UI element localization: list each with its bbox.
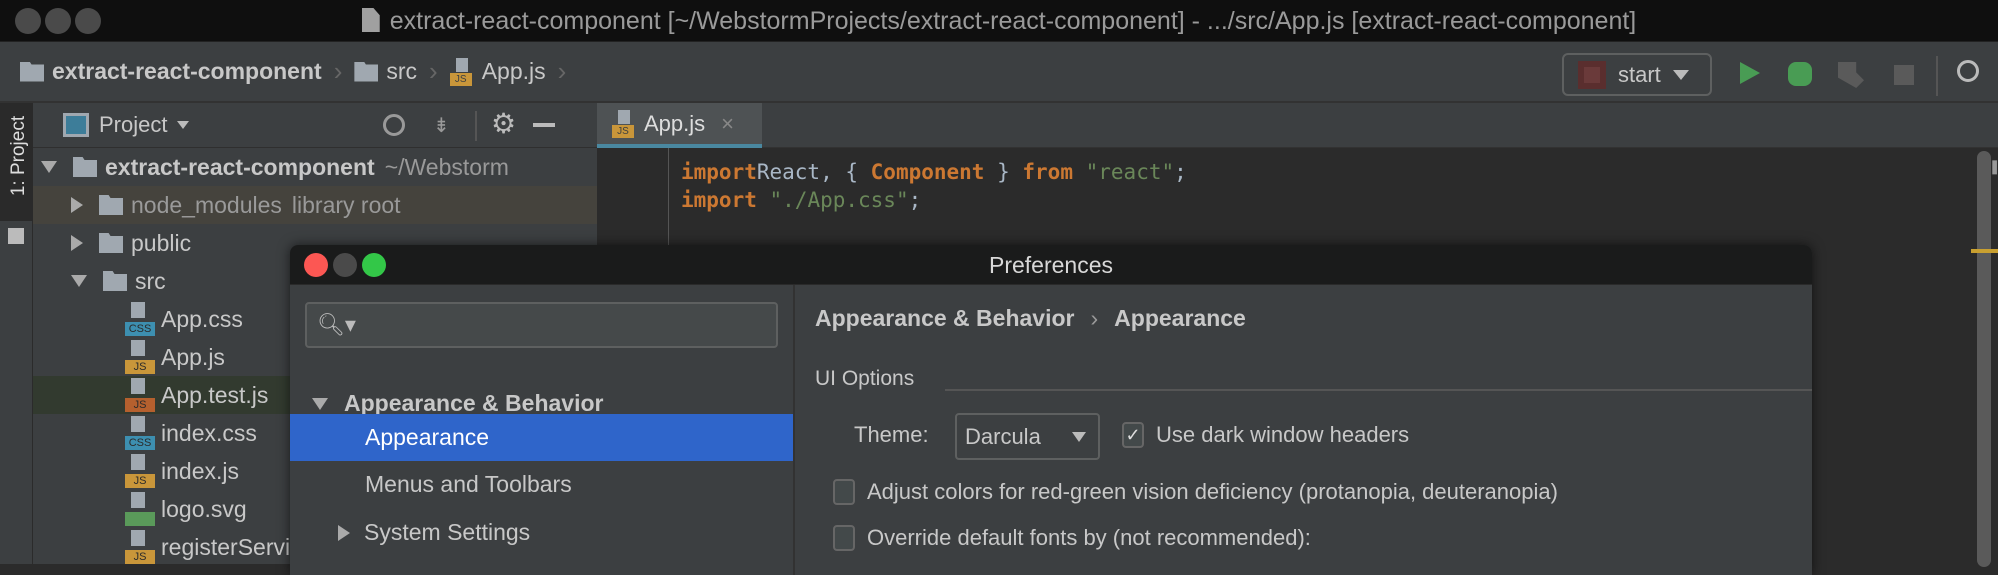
js-file-icon: JS xyxy=(125,454,155,488)
expand-icon xyxy=(338,524,350,541)
code-line[interactable]: import "./App.css"; xyxy=(681,188,921,212)
run-configuration-select[interactable]: start xyxy=(1562,53,1712,96)
window-title: extract-react-component [~/WebstormProje… xyxy=(0,7,1998,36)
folder-icon xyxy=(99,233,123,253)
theme-label: Theme: xyxy=(854,422,929,447)
settings-search-input[interactable]: 🔍︎▾ xyxy=(305,302,778,348)
tree-item[interactable]: extract-react-component ~/Webstorm xyxy=(33,148,597,186)
editor-tab-bar: JS App.js × xyxy=(597,103,1998,148)
collapse-all-icon[interactable]: ⇟ xyxy=(433,113,450,138)
editor-scrollbar[interactable] xyxy=(1977,151,1991,567)
gear-icon[interactable]: ⚙ xyxy=(491,107,516,140)
checkbox[interactable] xyxy=(833,525,855,551)
run-icon[interactable] xyxy=(1740,62,1760,84)
chevron-down-icon[interactable] xyxy=(177,121,190,129)
svg-file-icon xyxy=(125,492,155,526)
preferences-content: Appearance & Behavior › Appearance UI Opti… xyxy=(797,285,1812,575)
search-icon[interactable] xyxy=(1957,60,1979,82)
breadcrumb-file[interactable]: App.js xyxy=(482,58,546,85)
folder-icon xyxy=(99,195,123,215)
error-stripe-marker[interactable] xyxy=(1971,249,1998,253)
chevron-down-icon xyxy=(1672,69,1689,80)
debug-icon[interactable] xyxy=(1788,62,1812,86)
nav-appearance[interactable]: Appearance xyxy=(290,414,793,461)
section-title: UI Options xyxy=(815,367,915,390)
window-title-bar: extract-react-component [~/WebstormProje… xyxy=(0,0,1998,42)
breadcrumb: extract-react-component › src › JS App.js › xyxy=(20,56,570,87)
chevron-down-icon xyxy=(1072,431,1086,442)
project-view-icon xyxy=(63,113,89,137)
header-divider xyxy=(475,111,477,141)
expand-icon[interactable] xyxy=(71,235,83,251)
project-stripe-label[interactable]: 1: Project xyxy=(8,101,30,211)
expand-icon xyxy=(312,397,328,410)
hide-icon[interactable] xyxy=(533,123,555,127)
search-icon: 🔍︎▾ xyxy=(317,312,356,337)
navigation-bar: extract-react-component › src › JS App.js ›… xyxy=(0,42,1998,103)
project-panel-header: Project ⇟ ⚙ xyxy=(33,103,597,148)
folder-icon xyxy=(73,157,97,177)
override-fonts-checkbox[interactable]: Override default fonts by (not recommend… xyxy=(833,525,1311,551)
toolbar-divider xyxy=(1936,56,1938,96)
dark-headers-checkbox[interactable]: ✓ Use dark window headers xyxy=(1122,422,1409,448)
checkbox-checked[interactable]: ✓ xyxy=(1122,422,1144,448)
dialog-title-bar: Preferences xyxy=(290,245,1812,285)
js-file-icon: JS xyxy=(612,109,636,138)
preferences-dialog: Preferences 🔍︎▾ Appearance & Behavior Ap… xyxy=(290,245,1812,575)
preferences-nav: 🔍︎▾ Appearance & Behavior Appearance Men… xyxy=(290,285,795,575)
theme-select[interactable]: Darcula xyxy=(955,413,1100,460)
css-file-icon: CSS xyxy=(125,416,155,450)
folder-icon xyxy=(103,271,127,291)
breadcrumb-project[interactable]: extract-react-component xyxy=(52,58,322,85)
nav-menus-toolbars[interactable]: Menus and Toolbars xyxy=(290,461,793,508)
tree-item[interactable]: node_modules library root xyxy=(33,186,597,224)
settings-breadcrumb: Appearance & Behavior › Appearance xyxy=(815,305,1246,331)
collapse-icon[interactable] xyxy=(41,161,57,173)
collapse-icon[interactable] xyxy=(71,275,87,287)
test-file-icon: JS xyxy=(125,378,155,412)
tab-app-js[interactable]: JS App.js × xyxy=(597,103,762,148)
locate-icon[interactable] xyxy=(383,114,405,136)
section-divider xyxy=(945,389,1812,391)
project-view-select[interactable]: Project xyxy=(99,112,167,138)
nav-system-settings[interactable]: System Settings xyxy=(290,509,793,556)
adjust-colors-checkbox[interactable]: Adjust colors for red-green vision defic… xyxy=(833,479,1558,505)
coverage-icon[interactable] xyxy=(1838,62,1864,88)
stop-icon[interactable] xyxy=(1894,65,1914,85)
js-file-icon: JS xyxy=(125,530,155,564)
folder-icon xyxy=(20,61,44,82)
close-tab-icon[interactable]: × xyxy=(721,111,734,137)
document-icon xyxy=(361,8,380,32)
expand-icon[interactable] xyxy=(71,197,83,213)
js-file-icon: JS xyxy=(449,57,474,86)
breadcrumb-src[interactable]: src xyxy=(386,58,417,85)
js-file-icon: JS xyxy=(125,340,155,374)
folder-icon xyxy=(354,61,379,82)
code-line[interactable]: importReact, { Component } from "react"; xyxy=(681,160,1187,184)
checkbox[interactable] xyxy=(833,479,855,505)
npm-icon xyxy=(1578,60,1606,89)
css-file-icon: CSS xyxy=(125,302,155,336)
folder-icon xyxy=(8,228,24,244)
dialog-title: Preferences xyxy=(988,252,1113,278)
